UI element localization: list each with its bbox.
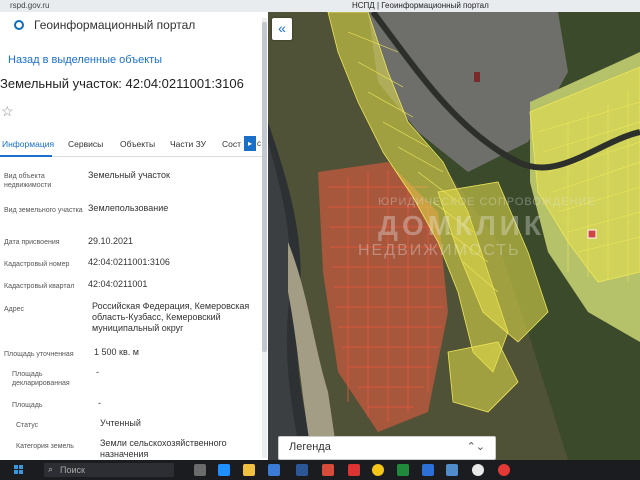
attr-value-cadastral-quarter: 42:04:0211001 [88,279,148,289]
collapse-panel-icon[interactable]: « [272,18,292,40]
app-icon-b[interactable] [446,464,458,476]
tab-bar: Информация Сервисы Объекты Части ЗУ Сост… [0,132,262,157]
edge-icon[interactable] [218,464,230,476]
address-bar[interactable]: rspd.gov.ru [10,1,49,10]
app-header: Геоинформационный портал [0,12,268,38]
attr-label-object-type: Вид объекта недвижимости [4,173,52,189]
attr-value-address: Российская Федерация, Кемеровская област… [92,301,250,333]
panel-scrollbar[interactable] [262,18,267,458]
chevron-up-down-icon: ⌃⌄ [466,441,485,453]
legend-label: Легенда [289,441,331,453]
attr-label-area-specified: Площадь уточненная [4,351,74,358]
attr-label-cadastral-number: Кадастровый номер [4,261,70,268]
word-icon[interactable] [422,464,434,476]
taskbar-search-placeholder: Поиск [60,465,85,475]
tab-services[interactable]: Сервисы [68,139,103,149]
windows-start-icon[interactable] [14,465,24,475]
back-to-selection-link[interactable]: Назад в выделенные объекты [8,54,162,66]
app-icon-a[interactable] [322,464,334,476]
tab-parts[interactable]: Части ЗУ [170,139,206,149]
attr-value-area-declared: - [96,367,99,377]
tab-state[interactable]: Сост [222,139,241,149]
info-panel: Геоинформационный портал Назад в выделен… [0,12,268,460]
favorite-star-icon[interactable]: ☆ [1,104,14,118]
attr-label-assign-date: Дата присвоения [4,239,60,246]
watermark-line2: ДОМКЛИК [378,210,546,241]
mail-icon[interactable] [268,464,280,476]
yandex-icon[interactable] [498,464,510,476]
attr-value-cadastral-number: 42:04:0211001:3106 [88,257,170,267]
watermark: ЮРИДИЧЕСКОЕ СОПРОВОЖДЕНИЕ ДОМКЛИК НЕДВИЖ… [358,196,640,276]
object-title: Земельный участок: 42:04:0211001:3106 [0,76,244,91]
watermark-line1: ЮРИДИЧЕСКОЕ СОПРОВОЖДЕНИЕ [378,196,596,208]
watermark-line3: НЕДВИЖИМОСТЬ [358,242,521,259]
attr-label-address: Адрес [4,306,25,313]
file-explorer-icon[interactable] [243,464,255,476]
browser-tab-title[interactable]: НСПД | Геоинформационный портал [352,1,489,10]
store-icon[interactable] [296,464,308,476]
attr-value-assign-date: 29.10.2021 [88,236,134,246]
panel-scroll-thumb[interactable] [262,22,267,352]
taskbar: ⌕ Поиск [0,460,640,480]
attr-value-status: Учтенный [100,418,141,428]
attr-label-cadastral-quarter: Кадастровый квартал [4,283,75,290]
taskbar-search[interactable]: ⌕ Поиск [44,463,174,477]
legend-dropdown[interactable]: Легенда ⌃⌄ [278,436,496,460]
map-view[interactable]: « ЮРИДИЧЕСКОЕ СОПРОВОЖДЕНИЕ ДОМКЛИК НЕДВ… [268,12,640,460]
search-icon: ⌕ [48,464,54,474]
tab-overflow[interactable]: с [257,139,261,148]
tab-info[interactable]: Информация [2,139,54,149]
attr-value-parcel-type: Землепользование [88,203,169,213]
tab-objects[interactable]: Объекты [120,139,155,149]
excel-icon[interactable] [397,464,409,476]
attr-value-object-type: Земельный участок [88,170,170,180]
attr-label-parcel-type: Вид земельного участка [4,207,83,214]
active-tab-indicator [0,155,52,157]
attr-label-status: Статус [16,422,39,429]
text-app-icon[interactable] [348,464,360,476]
yandex-browser-icon[interactable] [472,464,484,476]
attr-label-area: Площадь [12,402,43,409]
attr-value-land-category: Земли сельскохозяйственного назначения [100,438,227,459]
task-view-icon[interactable] [194,464,206,476]
tabs-scroll-right-icon[interactable]: ▸ [244,136,256,151]
attr-label-land-category: Категория земель [16,443,74,450]
app-title: Геоинформационный портал [34,18,196,32]
attr-label-area-declared: Площадь декларированная [12,371,70,387]
attr-value-area-specified: 1 500 кв. м [94,347,139,357]
chrome-icon[interactable] [372,464,384,476]
portal-logo-icon [14,20,24,30]
attr-value-area: - [98,398,101,408]
